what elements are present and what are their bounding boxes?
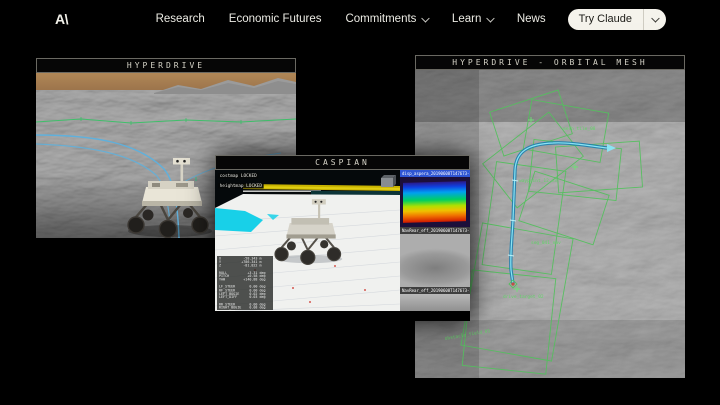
nav-link-commitments[interactable]: Commitments xyxy=(345,13,427,25)
try-claude-button[interactable]: Try Claude xyxy=(568,9,666,30)
thumbnail-title-navcam[interactable]: NavRear_eff_20190608T147673-1.png xyxy=(400,227,470,234)
nav-link-news[interactable]: News xyxy=(517,13,546,25)
disparity-spectrum xyxy=(403,181,466,223)
image-thumbnail-column: disp_aspera_20190608T147673-1.png NavRea… xyxy=(400,170,470,311)
orbital-annotation: mesh_tile_08 xyxy=(563,126,596,132)
nav-link-research[interactable]: Research xyxy=(156,13,205,25)
navcam-image[interactable] xyxy=(400,234,470,287)
top-nav: A\ Research Economic Futures Commitments… xyxy=(0,0,720,38)
try-claude-label: Try Claude xyxy=(568,13,643,25)
caspian-3d-viewport: costmap LOCKED heightmap LOCKED X -58.34… xyxy=(215,170,400,311)
chevron-down-icon xyxy=(487,14,495,22)
caspian-sim-panel: CASPIAN xyxy=(215,155,470,321)
orbital-annotation: waypoint_12_v3 xyxy=(519,178,557,184)
chevron-down-icon[interactable] xyxy=(644,16,666,22)
cube-icon xyxy=(381,175,396,187)
thumbnail-title-disparity[interactable]: disp_aspera_20190608T147673-1.png xyxy=(400,170,470,177)
navcam-rectified-image[interactable] xyxy=(400,294,470,311)
hyperdrive-panel-title: HYPERDRIVE xyxy=(36,58,296,73)
nav-links: Research Economic Futures Commitments Le… xyxy=(156,13,546,25)
telemetry-readout: X -58.343 m Y +786.341 m Z -81.822 m ROL… xyxy=(217,256,273,310)
caspian-panel-title: CASPIAN xyxy=(215,155,470,170)
orbital-panel-title: HYPERDRIVE - ORBITAL MESH xyxy=(415,55,685,70)
thumbnail-title-navcam-rectified[interactable]: NavRear_eff_20190608T147673-1_rectified.… xyxy=(400,287,470,294)
orbital-annotation: seg_041_nav xyxy=(531,240,561,246)
anthropic-logo[interactable]: A\ xyxy=(55,11,68,27)
orbital-annotation: drive_target_02 xyxy=(503,294,544,300)
endpoint-dot-icon xyxy=(511,282,514,285)
nav-link-learn[interactable]: Learn xyxy=(452,13,493,25)
caspian-window: costmap LOCKED heightmap LOCKED X -58.34… xyxy=(215,170,470,311)
chevron-down-icon xyxy=(422,14,430,22)
costmap-status-chip: costmap LOCKED xyxy=(218,173,258,179)
nav-link-economic-futures[interactable]: Economic Futures xyxy=(229,13,322,25)
heightmap-status-chip: heightmap LOCKED xyxy=(218,183,264,189)
disparity-image[interactable] xyxy=(400,177,470,227)
